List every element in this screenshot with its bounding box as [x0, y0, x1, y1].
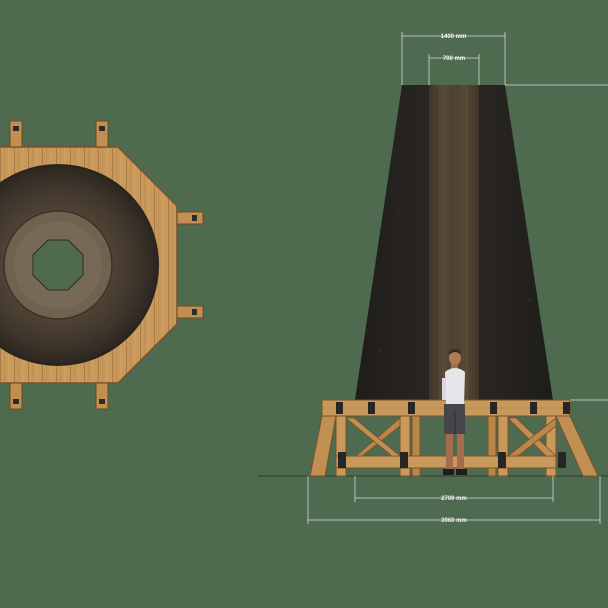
dimension-label-top-width: 1400 mm — [441, 34, 467, 40]
dimension-top-1400 — [401, 32, 608, 86]
dimension-label-base-inner-width: 2700 mm — [441, 496, 467, 502]
octagonal-opening — [32, 239, 84, 291]
beam-end — [9, 382, 23, 410]
beam-end — [9, 120, 23, 148]
drawing-canvas: 1400 mm 700 mm 2700 mm 3960 mm — [0, 32, 608, 524]
beam-end — [176, 211, 204, 225]
beam-end — [95, 382, 109, 410]
beam-end — [95, 120, 109, 148]
elevation-view: 1400 mm 700 mm 2700 mm 3960 mm — [258, 32, 608, 524]
beam-end — [176, 305, 204, 319]
plan-view — [0, 120, 204, 410]
dimension-label-core-width: 700 mm — [443, 56, 465, 62]
dimension-label-base-outer-width: 3960 mm — [441, 518, 467, 524]
